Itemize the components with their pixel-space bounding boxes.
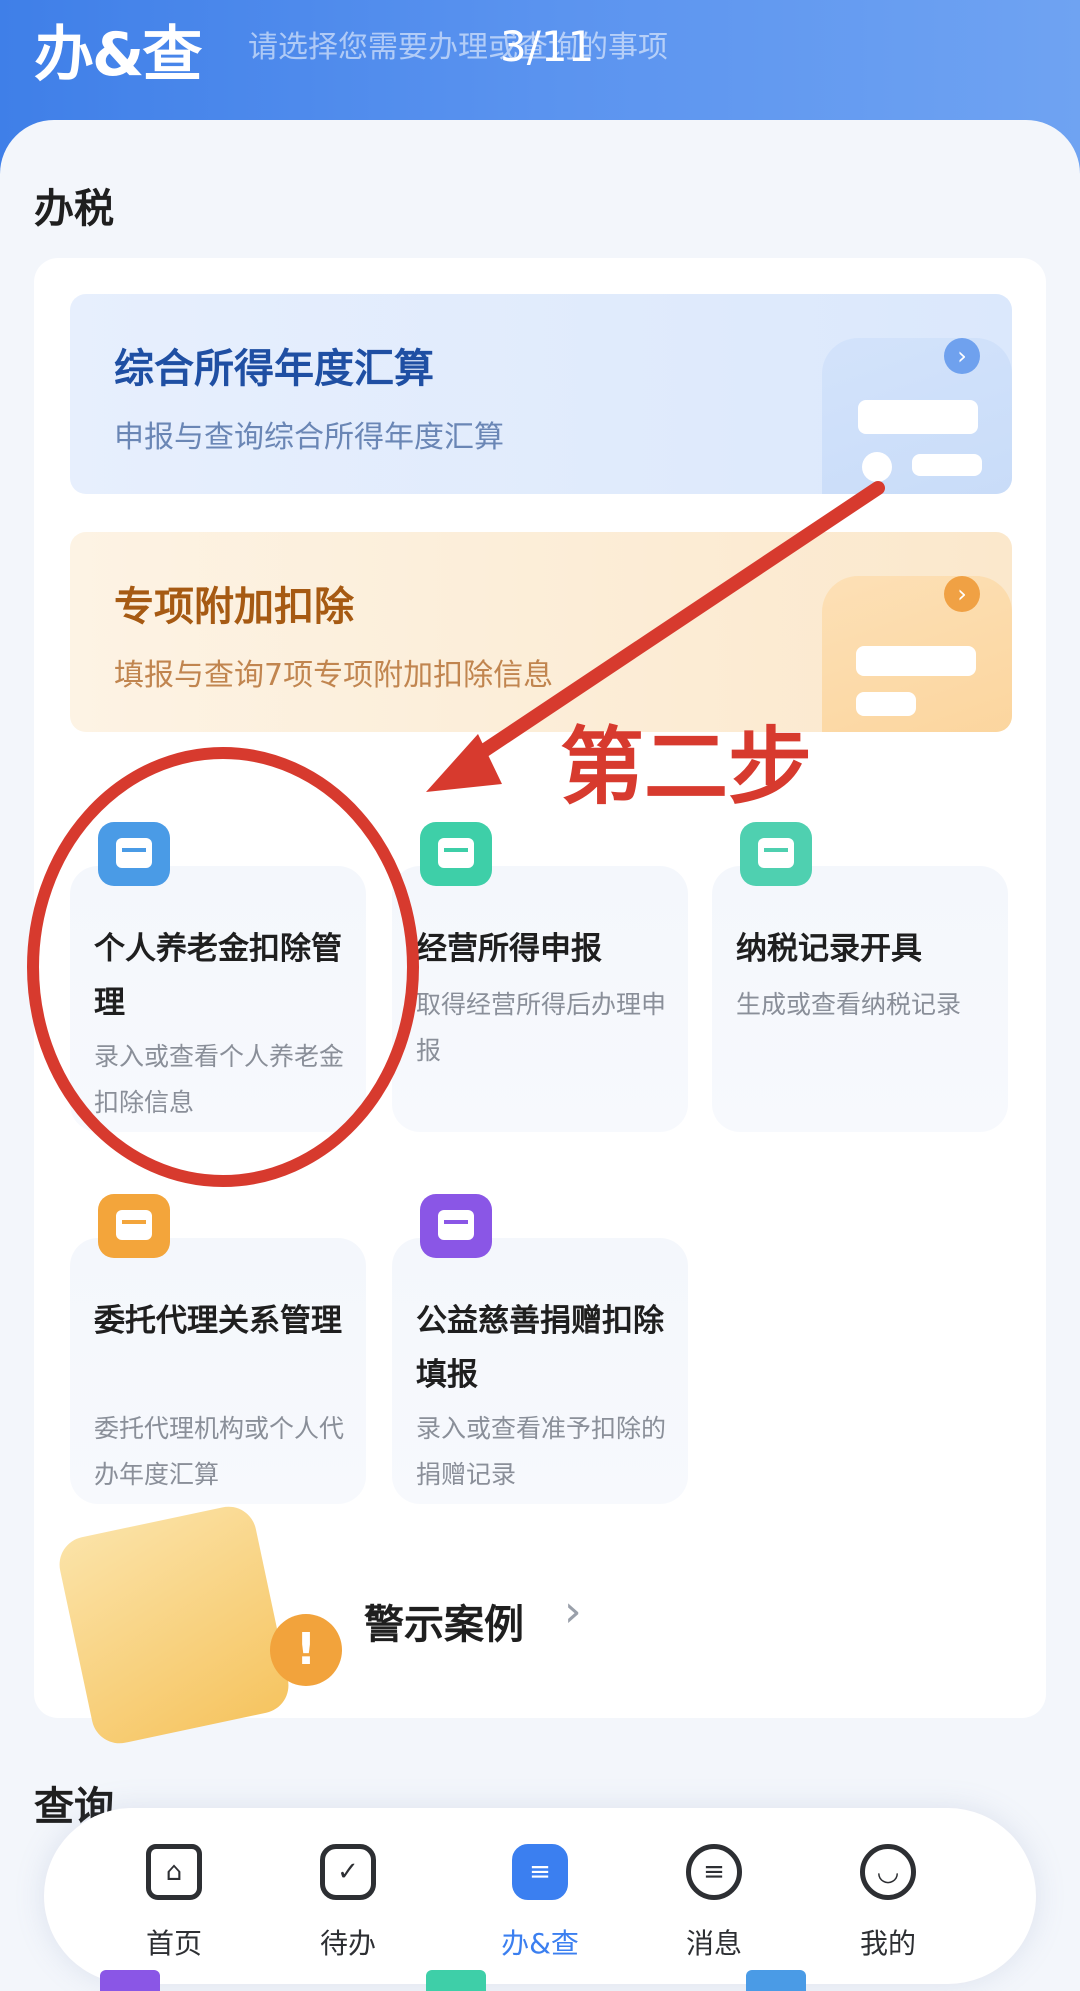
tab-mine[interactable]: ◡ 我的 [828, 1844, 948, 1962]
tile-title: 委托代理关系管理 [94, 1303, 342, 1339]
warning-cases-label: 警示案例 [364, 1602, 524, 1648]
banner-subtitle: 申报与查询综合所得年度汇算 [114, 420, 504, 455]
tab-label: 消息 [685, 1927, 742, 1960]
special-deduction-banner[interactable]: 专项附加扣除 填报与查询7项专项附加扣除信息 › [70, 532, 1012, 732]
pension-card-icon [98, 822, 170, 886]
smile-icon: ◡ [860, 1844, 916, 1900]
business-form-icon [420, 822, 492, 886]
chevron-right-icon: › [944, 576, 980, 612]
banner-subtitle: 填报与查询7项专项附加扣除信息 [114, 658, 554, 693]
tab-label: 首页 [145, 1927, 202, 1960]
message-icon: ≡ [686, 1844, 742, 1900]
tab-todo[interactable]: ✓ 待办 [288, 1844, 408, 1962]
tile-description: 录入或查看个人养老金扣除信息 [94, 1042, 345, 1117]
peek-icon-left [100, 1970, 160, 1991]
tab-label: 办&查 [501, 1927, 579, 1960]
bottom-tab-bar: ⌂ 首页 ✓ 待办 ≡ 办&查 ≡ 消息 ◡ 我的 [44, 1808, 1036, 1984]
chevron-right-icon: › [944, 338, 980, 374]
warning-cases-entry[interactable]: ! 警示案例 › [34, 1500, 1046, 1749]
agent-hand-icon [98, 1194, 170, 1258]
peek-icon-middle [426, 1970, 486, 1991]
tax-record-icon [740, 822, 812, 886]
tile-charity-donation[interactable]: 公益慈善捐赠扣除填报 录入或查看准予扣除的捐赠记录 [392, 1194, 688, 1504]
clipboard-illustration-icon [54, 1501, 294, 1749]
tile-description: 委托代理机构或个人代办年度汇算 [94, 1414, 345, 1489]
tile-description: 生成或查看纳税记录 [736, 990, 962, 1019]
banner-title: 专项附加扣除 [114, 584, 354, 630]
handle-query-icon: ≡ [512, 1844, 568, 1900]
image-pager: 3/11 [500, 22, 595, 71]
form-pencil-illustration-icon [822, 576, 1012, 732]
section-title-tax: 办税 [34, 186, 114, 232]
tab-label: 我的 [859, 1927, 916, 1960]
tile-tax-record[interactable]: 纳税记录开具 生成或查看纳税记录 [712, 822, 1008, 1132]
tile-description: 取得经营所得后办理申报 [416, 990, 667, 1065]
chevron-right-icon: › [564, 1586, 582, 1637]
tile-title: 公益慈善捐赠扣除填报 [416, 1303, 664, 1393]
tile-title: 经营所得申报 [416, 931, 602, 967]
banner-title: 综合所得年度汇算 [114, 346, 434, 392]
tab-home[interactable]: ⌂ 首页 [114, 1844, 234, 1962]
tab-messages[interactable]: ≡ 消息 [654, 1844, 774, 1962]
tile-agent-relationship[interactable]: 委托代理关系管理 委托代理机构或个人代办年度汇算 [70, 1194, 366, 1504]
page-title: 办&查 [34, 20, 202, 90]
tile-business-income[interactable]: 经营所得申报 取得经营所得后办理申报 [392, 822, 688, 1132]
tile-description: 录入或查看准予扣除的捐赠记录 [416, 1414, 667, 1489]
warning-icon: ! [270, 1614, 342, 1686]
tile-title: 纳税记录开具 [736, 931, 922, 967]
tile-title: 个人养老金扣除管理 [94, 931, 342, 1021]
page-subtitle: 请选择您需要办理或查询的事项 [248, 30, 668, 65]
annotation-step-label: 第二步 [560, 718, 813, 816]
tile-pension-deduction[interactable]: 个人养老金扣除管理 录入或查看个人养老金扣除信息 [70, 822, 366, 1132]
tab-label: 待办 [319, 1927, 376, 1960]
peek-icon-right [746, 1970, 806, 1991]
charity-heart-icon [420, 1194, 492, 1258]
calendar-check-icon: ✓ [320, 1844, 376, 1900]
home-icon: ⌂ [146, 1844, 202, 1900]
tab-handle-query[interactable]: ≡ 办&查 [480, 1844, 600, 1962]
annual-settlement-banner[interactable]: 综合所得年度汇算 申报与查询综合所得年度汇算 › [70, 294, 1012, 494]
document-illustration-icon [822, 338, 1012, 494]
